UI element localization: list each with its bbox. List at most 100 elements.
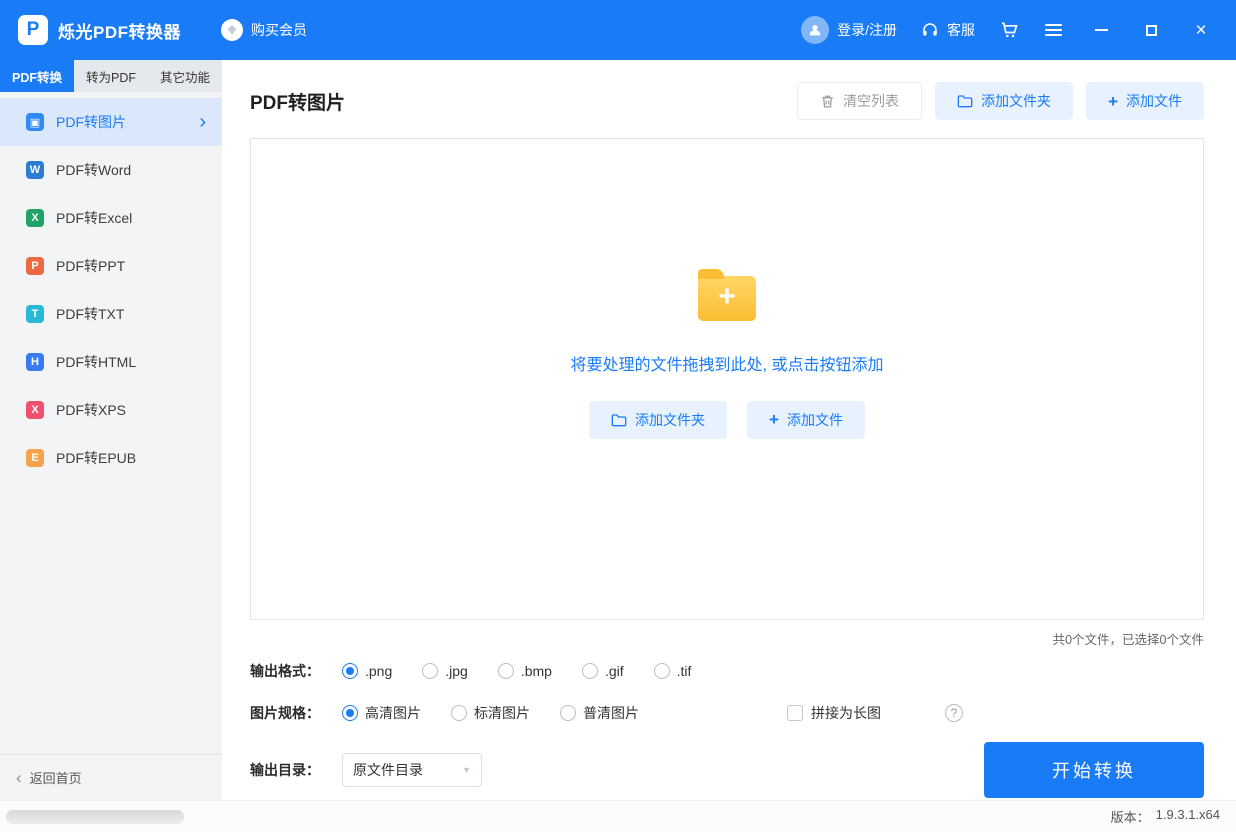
version-label: 版本： [1111,807,1150,826]
tab-pdf-convert[interactable]: PDF转换 [0,60,74,92]
service-button[interactable]: 客服 [921,20,975,40]
format-option-label: .jpg [445,663,468,679]
tab-other-functions[interactable]: 其它功能 [148,60,222,92]
format-option-jpg[interactable]: .jpg [422,663,468,679]
login-label: 登录/注册 [837,20,897,40]
output-dir-value: 原文件目录 [353,760,423,780]
spec-option-hd[interactable]: 高清图片 [342,703,421,723]
plus-icon: + [1108,93,1118,110]
sidebar-item-label: PDF转XPS [56,400,126,420]
file-count-text: 共0个文件，已选择0个文件 [1053,629,1204,648]
pdf-to-excel-icon: X [26,209,44,227]
dropzone-hint: 将要处理的文件拖拽到此处, 或点击按钮添加 [571,351,884,375]
minimize-button[interactable] [1088,17,1114,43]
main-content: PDF转图片 清空列表 添加文件夹 [222,60,1236,800]
body: PDF转换 转为PDF 其它功能 ▣ PDF转图片 › W PDF转Word X… [0,60,1236,800]
spec-option-sd[interactable]: 标清图片 [451,703,530,723]
version-text: 版本： 1.9.3.1.x64 [1111,807,1220,826]
pdf-to-html-icon: H [26,353,44,371]
checkbox-icon [787,705,803,721]
tab-to-pdf[interactable]: 转为PDF [74,60,148,92]
sidebar-item-pdf-to-html[interactable]: H PDF转HTML [0,338,222,386]
version-value: 1.9.3.1.x64 [1156,807,1220,826]
radio-icon [422,663,438,679]
radio-icon [451,705,467,721]
sidebar-menu: ▣ PDF转图片 › W PDF转Word X PDF转Excel P PDF转… [0,92,222,482]
dropzone-add-file-label: 添加文件 [787,410,843,430]
file-dropzone[interactable]: + 将要处理的文件拖拽到此处, 或点击按钮添加 添加文件夹 + 添加文件 [250,138,1204,620]
long-image-checkbox[interactable]: 拼接为长图 [787,703,881,723]
back-home-button[interactable]: ‹ 返回首页 [0,754,222,800]
sidebar-item-label: PDF转图片 [56,112,126,132]
avatar-icon [801,16,829,44]
dropzone-add-folder-label: 添加文件夹 [635,410,705,430]
spec-option-label: 标清图片 [474,703,530,723]
image-spec-row: 图片规格： 高清图片 标清图片 普清图片 拼接为长图 ? [250,698,1204,728]
page-title: PDF转图片 [250,88,345,115]
buy-vip-button[interactable]: 购买会员 [221,19,307,41]
radio-icon [498,663,514,679]
caret-down-icon: ▼ [462,765,471,775]
pdf-to-epub-icon: E [26,449,44,467]
gem-icon [221,19,243,41]
trash-icon [820,94,835,109]
pdf-to-image-icon: ▣ [26,113,44,131]
sidebar: PDF转换 转为PDF 其它功能 ▣ PDF转图片 › W PDF转Word X… [0,60,222,800]
format-option-label: .gif [605,663,624,679]
long-image-label: 拼接为长图 [811,703,881,723]
clear-list-button[interactable]: 清空列表 [797,82,922,120]
pdf-to-word-icon: W [26,161,44,179]
sidebar-item-pdf-to-image[interactable]: ▣ PDF转图片 › [0,98,222,146]
help-icon[interactable]: ? [945,704,963,722]
output-format-row: 输出格式： .png .jpg .bmp .gif [250,656,1204,686]
output-dir-label: 输出目录： [250,760,342,780]
back-home-label: 返回首页 [30,768,82,787]
spec-option-normal[interactable]: 普清图片 [560,703,639,723]
dropzone-add-file-button[interactable]: + 添加文件 [747,401,865,439]
start-convert-button[interactable]: 开始转换 [984,742,1204,798]
headset-icon [921,21,939,39]
sidebar-item-pdf-to-epub[interactable]: E PDF转EPUB [0,434,222,482]
format-option-png[interactable]: .png [342,663,392,679]
radio-icon [582,663,598,679]
login-button[interactable]: 登录/注册 [801,16,897,44]
titlebar: P 烁光PDF转换器 购买会员 登录/注册 客服 [0,0,1236,60]
spec-option-label: 普清图片 [583,703,639,723]
progress-bar [6,810,184,824]
format-option-gif[interactable]: .gif [582,663,624,679]
format-option-label: .png [365,663,392,679]
chevron-right-icon: › [199,112,206,132]
pdf-to-ppt-icon: P [26,257,44,275]
statusbar: 版本： 1.9.3.1.x64 [0,800,1236,832]
cart-icon[interactable] [999,20,1019,40]
menu-icon[interactable] [1043,20,1064,40]
add-folder-button[interactable]: 添加文件夹 [935,82,1073,120]
clear-list-label: 清空列表 [843,91,899,111]
sidebar-item-pdf-to-xps[interactable]: X PDF转XPS [0,386,222,434]
format-option-label: .bmp [521,663,552,679]
format-option-bmp[interactable]: .bmp [498,663,552,679]
titlebar-actions: 登录/注册 客服 × [801,16,1214,44]
spec-option-label: 高清图片 [365,703,421,723]
image-spec-label: 图片规格： [250,703,342,723]
format-option-tif[interactable]: .tif [654,663,692,679]
sidebar-item-label: PDF转Word [56,160,131,180]
sidebar-item-pdf-to-excel[interactable]: X PDF转Excel [0,194,222,242]
folder-icon [611,413,627,427]
radio-checked-icon [342,663,358,679]
sidebar-item-pdf-to-ppt[interactable]: P PDF转PPT [0,242,222,290]
radio-icon [560,705,576,721]
buy-vip-label: 购买会员 [251,20,307,40]
sidebar-item-label: PDF转Excel [56,208,132,228]
sidebar-item-pdf-to-word[interactable]: W PDF转Word [0,146,222,194]
sidebar-item-pdf-to-txt[interactable]: T PDF转TXT [0,290,222,338]
output-dir-select[interactable]: 原文件目录 ▼ [342,753,482,787]
sidebar-item-label: PDF转HTML [56,352,136,372]
radio-icon [654,663,670,679]
add-file-button[interactable]: + 添加文件 [1086,82,1204,120]
maximize-button[interactable] [1138,17,1164,43]
sidebar-tabs: PDF转换 转为PDF 其它功能 [0,60,222,92]
close-button[interactable]: × [1188,17,1214,43]
output-dir-row: 输出目录： 原文件目录 ▼ 开始转换 [250,742,1204,798]
dropzone-add-folder-button[interactable]: 添加文件夹 [589,401,727,439]
